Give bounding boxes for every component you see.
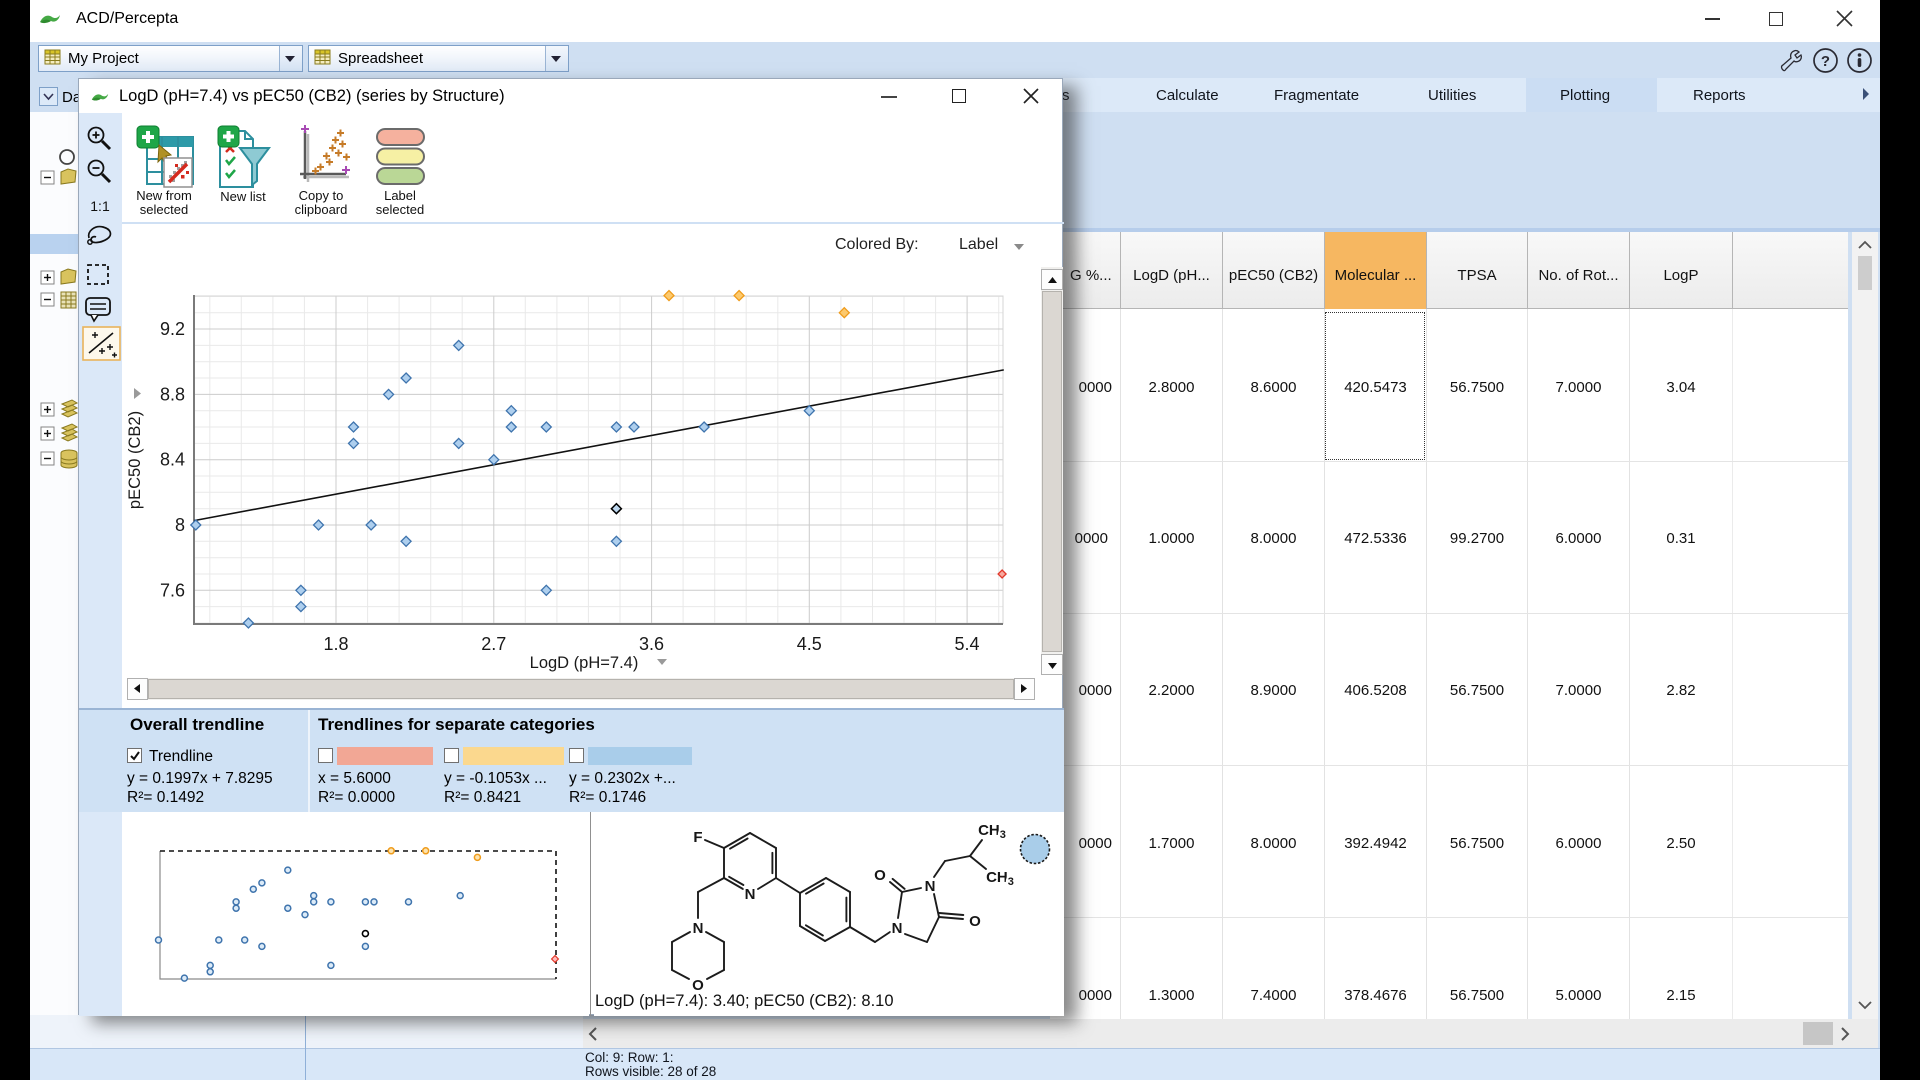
svg-text:CH3: CH3: [986, 869, 1014, 888]
svg-text:?: ?: [1821, 53, 1830, 70]
svg-text:O: O: [874, 867, 886, 884]
svg-text:7.6: 7.6: [160, 580, 185, 600]
svg-text:9.2: 9.2: [160, 319, 185, 339]
svg-text:8.4: 8.4: [160, 450, 185, 470]
svg-text:N: N: [892, 920, 903, 937]
svg-text:8.8: 8.8: [160, 384, 185, 404]
svg-text:N: N: [745, 886, 756, 903]
svg-text:O: O: [969, 913, 981, 930]
svg-text:5.4: 5.4: [954, 634, 979, 654]
svg-text:1:1: 1:1: [90, 198, 110, 214]
svg-text:N: N: [693, 920, 704, 937]
svg-text:4.5: 4.5: [797, 634, 822, 654]
svg-text:LogD (pH=7.4): LogD (pH=7.4): [530, 654, 639, 672]
svg-text:3.6: 3.6: [639, 634, 664, 654]
svg-text:2.7: 2.7: [481, 634, 506, 654]
svg-text:CH3: CH3: [978, 822, 1006, 841]
svg-text:pEC50 (CB2): pEC50 (CB2): [126, 411, 144, 509]
svg-text:1.8: 1.8: [323, 634, 348, 654]
svg-text:8: 8: [175, 515, 185, 535]
svg-text:F: F: [693, 829, 702, 846]
svg-text:O: O: [692, 977, 704, 994]
svg-text:N: N: [925, 878, 936, 895]
